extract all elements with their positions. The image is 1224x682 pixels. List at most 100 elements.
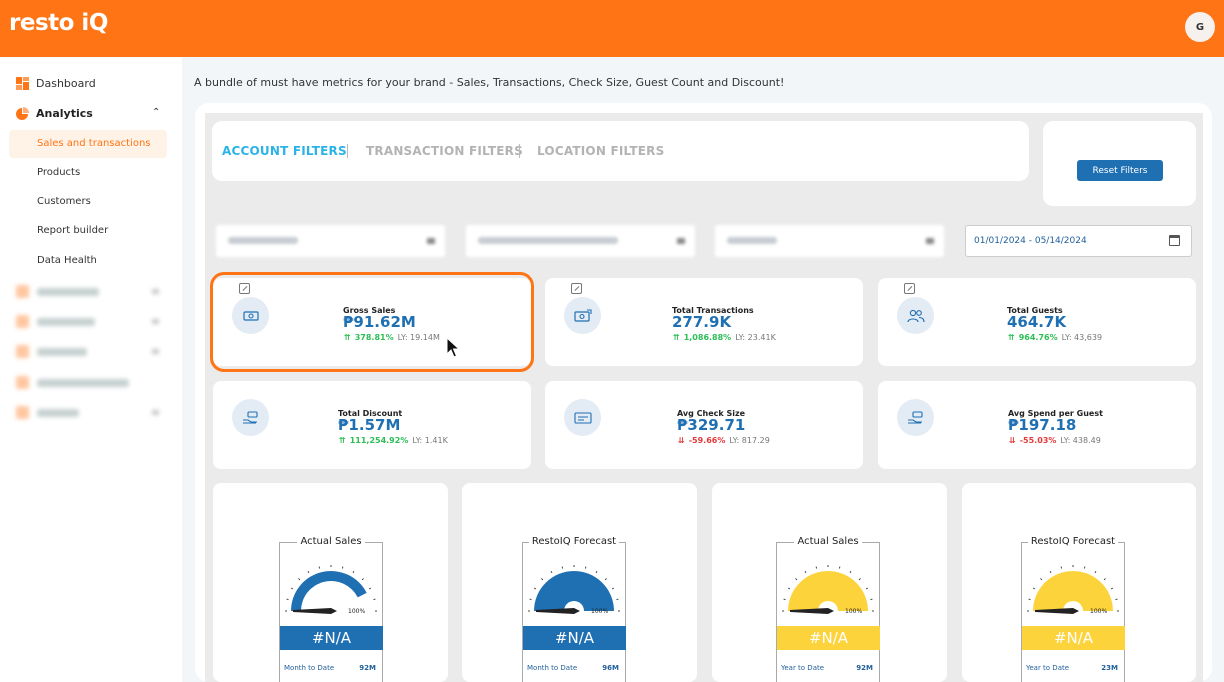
sidebar-item-analytics[interactable]: Analytics	[16, 107, 93, 120]
pie-chart-icon	[16, 107, 29, 120]
gauge-tick	[584, 566, 587, 569]
selected-card-highlight	[210, 272, 534, 372]
gauge-tick	[804, 570, 807, 574]
kpi-change: ⇈ 964.76% LY: 43,639	[1008, 333, 1102, 342]
sidebar-item-products[interactable]: Products	[37, 167, 80, 178]
kpi-card-total-transactions[interactable]: Total Transactions 277.9K ⇈ 1,086.88% LY…	[545, 278, 863, 366]
gauge-tick	[1049, 570, 1052, 574]
gauge-tick	[1028, 598, 1031, 601]
gauge-title: Actual Sales	[297, 536, 365, 547]
gauge-arc	[1033, 571, 1113, 611]
tab-location-filters[interactable]: LOCATION FILTERS	[537, 144, 664, 158]
expand-icon[interactable]	[571, 283, 582, 294]
gauge-tick	[865, 587, 869, 590]
tab-account-filters[interactable]: ACCOUNT FILTERS	[222, 144, 347, 158]
gauge-tick	[1094, 570, 1097, 574]
trend-up-icon: ⇈	[339, 436, 346, 445]
gauge-tick	[368, 587, 372, 590]
gauge-value: #N/A	[777, 626, 880, 650]
gauge-title: RestoIQ Forecast	[1027, 536, 1119, 547]
gauge-tick	[286, 598, 289, 601]
filter-dropdown[interactable]	[466, 225, 695, 257]
gauge-tick	[318, 566, 321, 569]
gauge-period: Year to Date	[781, 664, 825, 672]
hand-money-icon	[232, 399, 269, 436]
trend-down-icon: ⇊	[678, 436, 685, 445]
top-bar: resto iQ G	[0, 0, 1224, 57]
sidebar-item-data-health[interactable]: Data Health	[37, 255, 97, 266]
sidebar-item-blurred[interactable]	[16, 345, 159, 358]
gauge-card: Actual Sales 100% #N/A Month to Date 92M	[213, 483, 448, 682]
gauge-tick	[1060, 566, 1063, 569]
gauge-tick	[1032, 587, 1036, 590]
gauge-tick	[550, 570, 553, 574]
kpi-value: ₱329.71	[677, 416, 746, 434]
sidebar-item-blurred[interactable]	[16, 406, 159, 419]
kpi-last-year: LY: 43,639	[1061, 333, 1103, 342]
user-avatar[interactable]: G	[1185, 12, 1215, 42]
sidebar-item-report-builder[interactable]: Report builder	[37, 225, 108, 236]
gauge-amount: 92M	[856, 664, 873, 672]
gauge-tick	[815, 566, 818, 569]
gauge-tick	[616, 598, 619, 601]
sidebar-item-blurred[interactable]	[16, 285, 159, 298]
gauge-arc	[534, 571, 614, 611]
filter-dropdown[interactable]	[715, 225, 944, 257]
gauge-max-label: 100%	[591, 608, 609, 615]
kpi-change: ⇈ 111,254.92% LY: 1.41K	[339, 436, 448, 445]
kpi-change-pct: 1,086.88%	[683, 333, 732, 342]
gauge-amount: 96M	[602, 664, 619, 672]
tab-transaction-filters[interactable]: TRANSACTION FILTERS	[366, 144, 523, 158]
gauge-tick	[1110, 587, 1114, 590]
page-description: A bundle of must have metrics for your b…	[194, 76, 785, 89]
gauge-period: Year to Date	[1026, 664, 1070, 672]
gauge-tick	[1083, 566, 1086, 569]
sidebar-item-customers[interactable]: Customers	[37, 196, 91, 207]
sidebar-item-label: Dashboard	[36, 77, 96, 90]
gauge-title: RestoIQ Forecast	[528, 536, 620, 547]
calendar-icon[interactable]	[1169, 235, 1180, 246]
kpi-card-total-guests[interactable]: Total Guests 464.7K ⇈ 964.76% LY: 43,639	[878, 278, 1196, 366]
reset-filters-button[interactable]: Reset Filters	[1077, 160, 1163, 181]
gauge-tick	[561, 566, 564, 569]
sidebar-item-sales-transactions[interactable]: Sales and transactions	[9, 130, 167, 158]
gauge-tick	[541, 578, 544, 581]
gauge-tick	[529, 598, 532, 601]
gauge-frame: RestoIQ Forecast 100% #N/A Year to Date …	[1021, 536, 1125, 682]
expand-icon[interactable]	[904, 283, 915, 294]
gauge-tick	[604, 578, 607, 581]
hand-money-icon	[897, 399, 934, 436]
kpi-last-year: LY: 23.41K	[735, 333, 776, 342]
kpi-change-pct: 964.76%	[1018, 333, 1058, 342]
sidebar-item-blurred[interactable]	[16, 376, 129, 389]
brand-logo[interactable]: resto iQ	[9, 10, 108, 36]
kpi-change-pct: 111,254.92%	[349, 436, 409, 445]
cash-exchange-icon	[564, 297, 601, 334]
gauge-tick	[787, 587, 791, 590]
gauge-tick	[341, 566, 344, 569]
gauge-period: Month to Date	[527, 664, 578, 672]
trend-up-icon: ⇈	[1008, 333, 1015, 342]
kpi-card-avg-spend-per-guest[interactable]: Avg Spend per Guest ₱197.18 ⇊ -55.03% LY…	[878, 381, 1196, 469]
kpi-card-avg-check-size[interactable]: Avg Check Size ₱329.71 ⇊ -59.66% LY: 817…	[545, 381, 863, 469]
gauge-tick	[595, 570, 598, 574]
gauge-tick	[870, 598, 873, 601]
kpi-card-total-discount[interactable]: Total Discount ₱1.57M ⇈ 111,254.92% LY: …	[213, 381, 531, 469]
sidebar-item-blurred[interactable]	[16, 315, 159, 328]
kpi-last-year: LY: 438.49	[1060, 436, 1101, 445]
chevron-up-icon[interactable]: ⌃	[152, 107, 160, 118]
kpi-change: ⇊ -59.66% LY: 817.29	[678, 436, 770, 445]
gauge-tick	[611, 587, 615, 590]
gauge-period: Month to Date	[284, 664, 335, 672]
sidebar-item-label: Sales and transactions	[37, 138, 151, 149]
kpi-change-pct: -59.66%	[688, 436, 726, 445]
sidebar-item-dashboard[interactable]: Dashboard	[16, 77, 96, 90]
gauge-tick	[1103, 578, 1106, 581]
filter-dropdown[interactable]	[216, 225, 445, 257]
trend-down-icon: ⇊	[1009, 436, 1016, 445]
date-range-picker[interactable]: 01/01/2024 - 05/14/2024	[965, 225, 1192, 257]
gauge-arc	[291, 571, 367, 611]
kpi-change-pct: -55.03%	[1019, 436, 1057, 445]
kpi-change: ⇈ 1,086.88% LY: 23.41K	[673, 333, 776, 342]
gauge-tick	[290, 587, 294, 590]
